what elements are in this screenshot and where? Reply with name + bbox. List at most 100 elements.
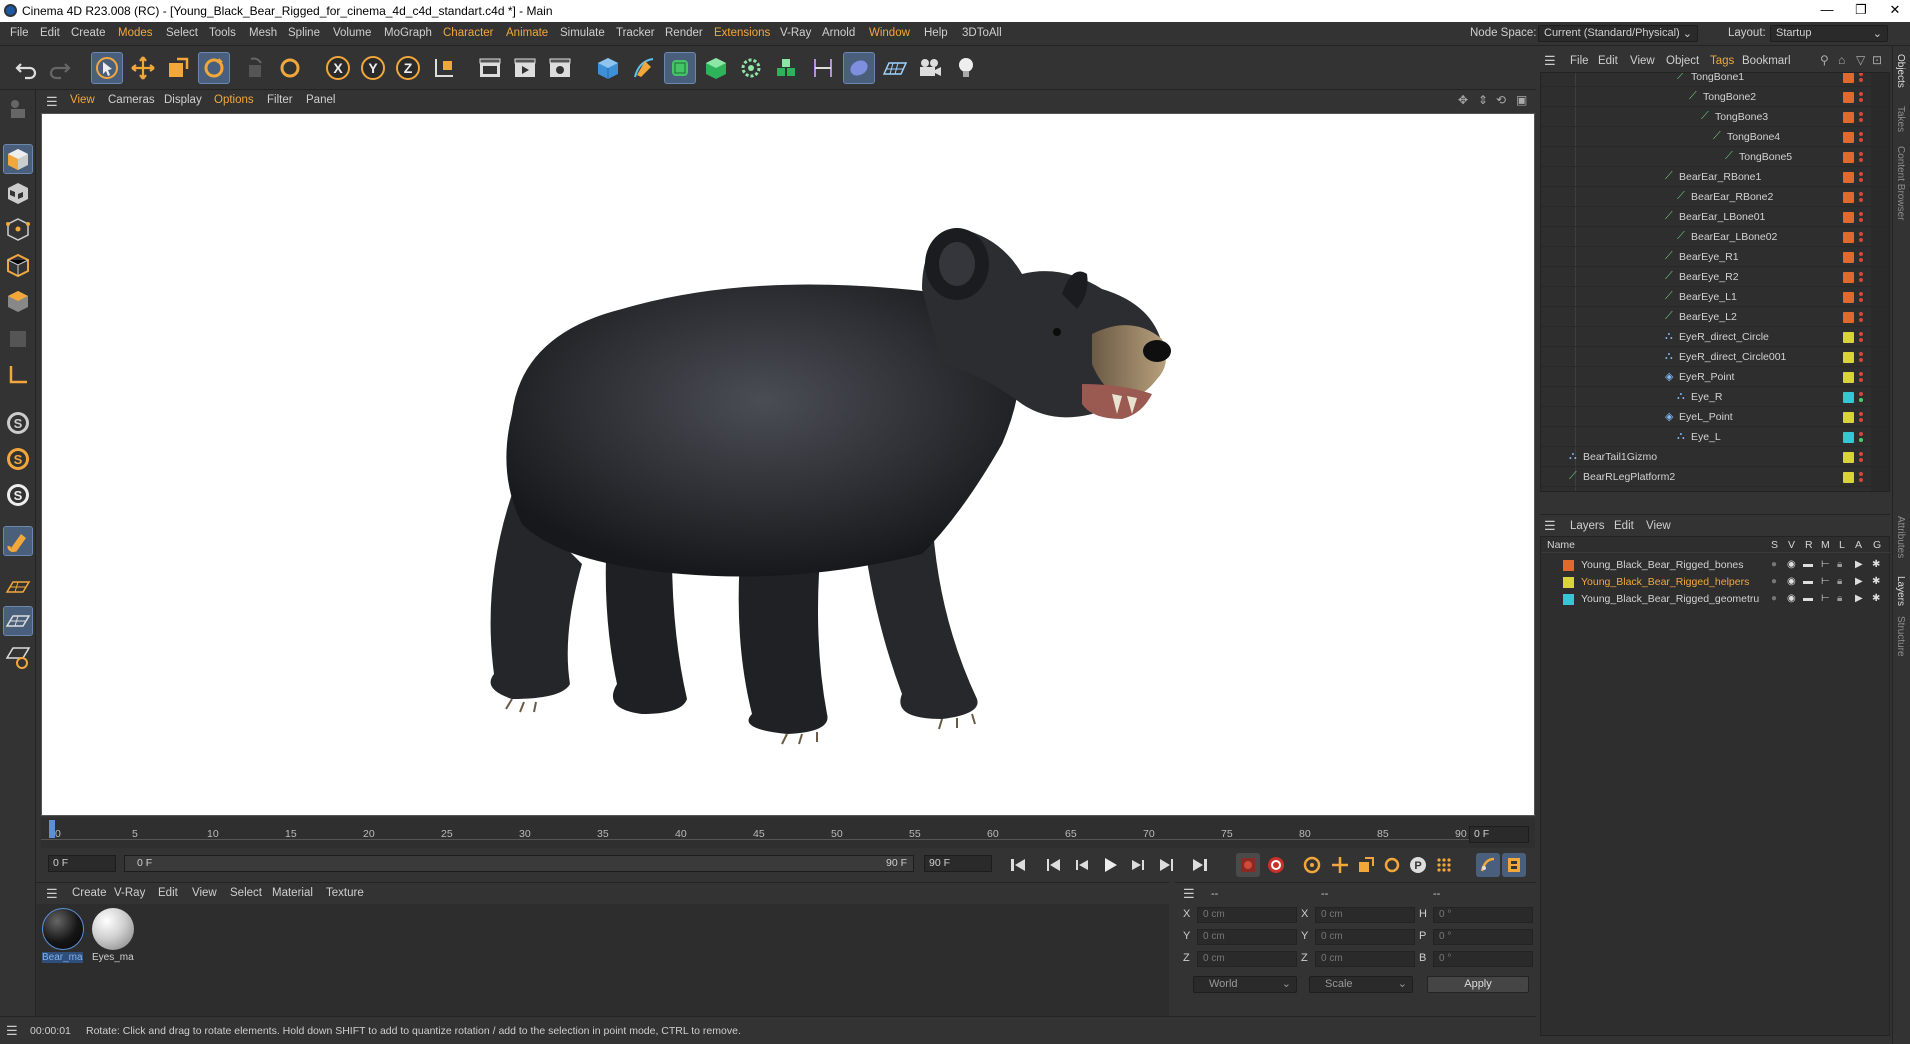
pen-spline-button[interactable]	[628, 52, 660, 84]
go-to-start-button[interactable]	[1006, 853, 1030, 877]
size-y-field[interactable]: 0 cm	[1315, 929, 1415, 945]
environment-button[interactable]	[843, 52, 875, 84]
object-row[interactable]: ⟋ BearEar_RBone1	[1541, 167, 1889, 187]
hamburger-icon[interactable]: ☰	[1544, 53, 1556, 69]
object-row[interactable]: ⟋ BearEar_RBone2	[1541, 187, 1889, 207]
render-visibility-dot[interactable]	[1859, 458, 1863, 462]
object-menu-edit[interactable]: Edit	[1598, 55, 1618, 67]
z-axis-lock-button[interactable]: Z	[392, 52, 424, 84]
recent-rotate-button[interactable]	[274, 52, 306, 84]
layer-color-tag[interactable]	[1843, 92, 1854, 103]
layer-row[interactable]: Young_Black_Bear_Rigged_helpers ● ◉ ▬ ⊢ 🔒︎ ▶ ✱	[1541, 574, 1891, 591]
solo-dot-icon[interactable]: ●	[1771, 576, 1777, 587]
layer-menu-view[interactable]: View	[1646, 520, 1671, 532]
record-active-objects-button[interactable]	[1236, 853, 1260, 877]
editor-visibility-dot[interactable]	[1859, 232, 1863, 236]
layer-color-tag[interactable]	[1843, 252, 1854, 263]
object-menu-object[interactable]: Object	[1666, 55, 1699, 67]
texture-mode-button[interactable]	[3, 178, 33, 208]
hamburger-icon[interactable]: ☰	[1183, 886, 1195, 902]
object-row[interactable]: ⛬ Eye_L	[1541, 427, 1889, 447]
object-row[interactable]: ⟋ TongBone1	[1541, 73, 1889, 87]
render-icon[interactable]: ▬	[1803, 593, 1813, 604]
menu-help[interactable]: Help	[924, 27, 948, 39]
current-frame-field-right[interactable]: 0 F	[1469, 826, 1529, 843]
coordinate-system-button[interactable]	[428, 52, 460, 84]
editor-visibility-dot[interactable]	[1859, 112, 1863, 116]
layer-color-tag[interactable]	[1843, 312, 1854, 323]
go-to-end-button[interactable]	[1188, 853, 1212, 877]
menu-window[interactable]: Window	[869, 27, 910, 39]
rotation-h-field[interactable]: 0 °	[1433, 907, 1533, 923]
home-icon[interactable]: ⌂	[1838, 53, 1845, 67]
transform-mode-select[interactable]: Scale ⌄	[1309, 976, 1413, 993]
deformer-button[interactable]	[771, 52, 803, 84]
manager-icon[interactable]: ⊢	[1821, 593, 1830, 604]
editor-visibility-dot[interactable]	[1859, 212, 1863, 216]
editor-visibility-dot[interactable]	[1859, 352, 1863, 356]
y-axis-lock-button[interactable]: Y	[357, 52, 389, 84]
material-menu-view[interactable]: View	[192, 887, 217, 899]
object-row[interactable]: ⟋ TongBone4	[1541, 127, 1889, 147]
object-row[interactable]: ⛬ BearTail1Gizmo	[1541, 447, 1889, 467]
render-to-picture-viewer-button[interactable]	[509, 52, 541, 84]
model-mode-button[interactable]	[3, 144, 33, 174]
object-row[interactable]: ⟋ TongBone5	[1541, 147, 1889, 167]
close-button[interactable]: ✕	[1880, 2, 1910, 18]
viewport-menu-panel[interactable]: Panel	[306, 94, 335, 106]
layout-select[interactable]: Startup ⌄	[1770, 25, 1888, 42]
layer-color-tag[interactable]	[1843, 132, 1854, 143]
move-button[interactable]	[127, 52, 159, 84]
layer-color-tag[interactable]	[1843, 452, 1854, 463]
light-button[interactable]	[950, 52, 982, 84]
editor-visibility-dot[interactable]	[1859, 452, 1863, 456]
menu-mesh[interactable]: Mesh	[249, 27, 277, 39]
position-y-field[interactable]: 0 cm	[1197, 929, 1297, 945]
render-visibility-dot[interactable]	[1859, 258, 1863, 262]
generator-icon[interactable]: ✱	[1872, 559, 1880, 570]
tweak-mode-button[interactable]	[3, 526, 33, 556]
render-visibility-dot[interactable]	[1859, 158, 1863, 162]
editor-visibility-dot[interactable]	[1859, 172, 1863, 176]
grid-button[interactable]	[3, 606, 33, 636]
rotation-b-field[interactable]: 0 °	[1433, 951, 1533, 967]
layer-row[interactable]: Young_Black_Bear_Rigged_geometru ● ◉ ▬ ⊢ 🔒︎ ▶ ✱	[1541, 591, 1891, 608]
size-z-field[interactable]: 0 cm	[1315, 951, 1415, 967]
manager-icon[interactable]: ⊢	[1821, 576, 1830, 587]
menu-tracker[interactable]: Tracker	[616, 27, 655, 39]
workplane-button[interactable]	[3, 572, 33, 602]
menu-file[interactable]: File	[10, 27, 29, 39]
scale-button[interactable]	[162, 52, 194, 84]
bend-deformer-button[interactable]	[807, 52, 839, 84]
search-icon[interactable]: ⚲	[1820, 53, 1829, 67]
layer-color-tag[interactable]	[1843, 73, 1854, 83]
render-visibility-dot[interactable]	[1859, 338, 1863, 342]
generator-icon[interactable]: ✱	[1872, 593, 1880, 604]
manager-icon[interactable]: ⊢	[1821, 559, 1830, 570]
eye-icon[interactable]: ◉	[1787, 576, 1796, 587]
side-tab-structure[interactable]: Structure	[1895, 616, 1906, 657]
hamburger-icon[interactable]: ☰	[46, 94, 58, 110]
render-visibility-dot[interactable]	[1859, 138, 1863, 142]
toggle-view-icon[interactable]: ▣	[1516, 93, 1527, 107]
filter-icon[interactable]: ▽	[1856, 53, 1865, 67]
autokeying-button[interactable]	[1264, 853, 1288, 877]
layer-color-tag[interactable]	[1843, 272, 1854, 283]
minimize-button[interactable]: —	[1812, 2, 1842, 17]
menu-edit[interactable]: Edit	[40, 27, 60, 39]
object-menu-bookmarks[interactable]: Bookmarl	[1742, 55, 1791, 67]
frame-end-field[interactable]: 90 F	[924, 855, 992, 872]
layer-color-tag[interactable]	[1843, 212, 1854, 223]
position-z-field[interactable]: 0 cm	[1197, 951, 1297, 967]
render-settings-button[interactable]	[544, 52, 576, 84]
size-x-field[interactable]: 0 cm	[1315, 907, 1415, 923]
rotation-key-button[interactable]	[1380, 853, 1404, 877]
render-visibility-dot[interactable]	[1859, 358, 1863, 362]
material-menu-material[interactable]: Material	[272, 887, 313, 899]
dolly-view-icon[interactable]: ⇕	[1478, 93, 1488, 107]
render-visibility-dot[interactable]	[1859, 378, 1863, 382]
motion-system-button[interactable]	[1476, 853, 1500, 877]
editor-visibility-dot[interactable]	[1859, 272, 1863, 276]
previous-frame-button[interactable]	[1070, 853, 1094, 877]
play-button[interactable]	[1098, 853, 1122, 877]
